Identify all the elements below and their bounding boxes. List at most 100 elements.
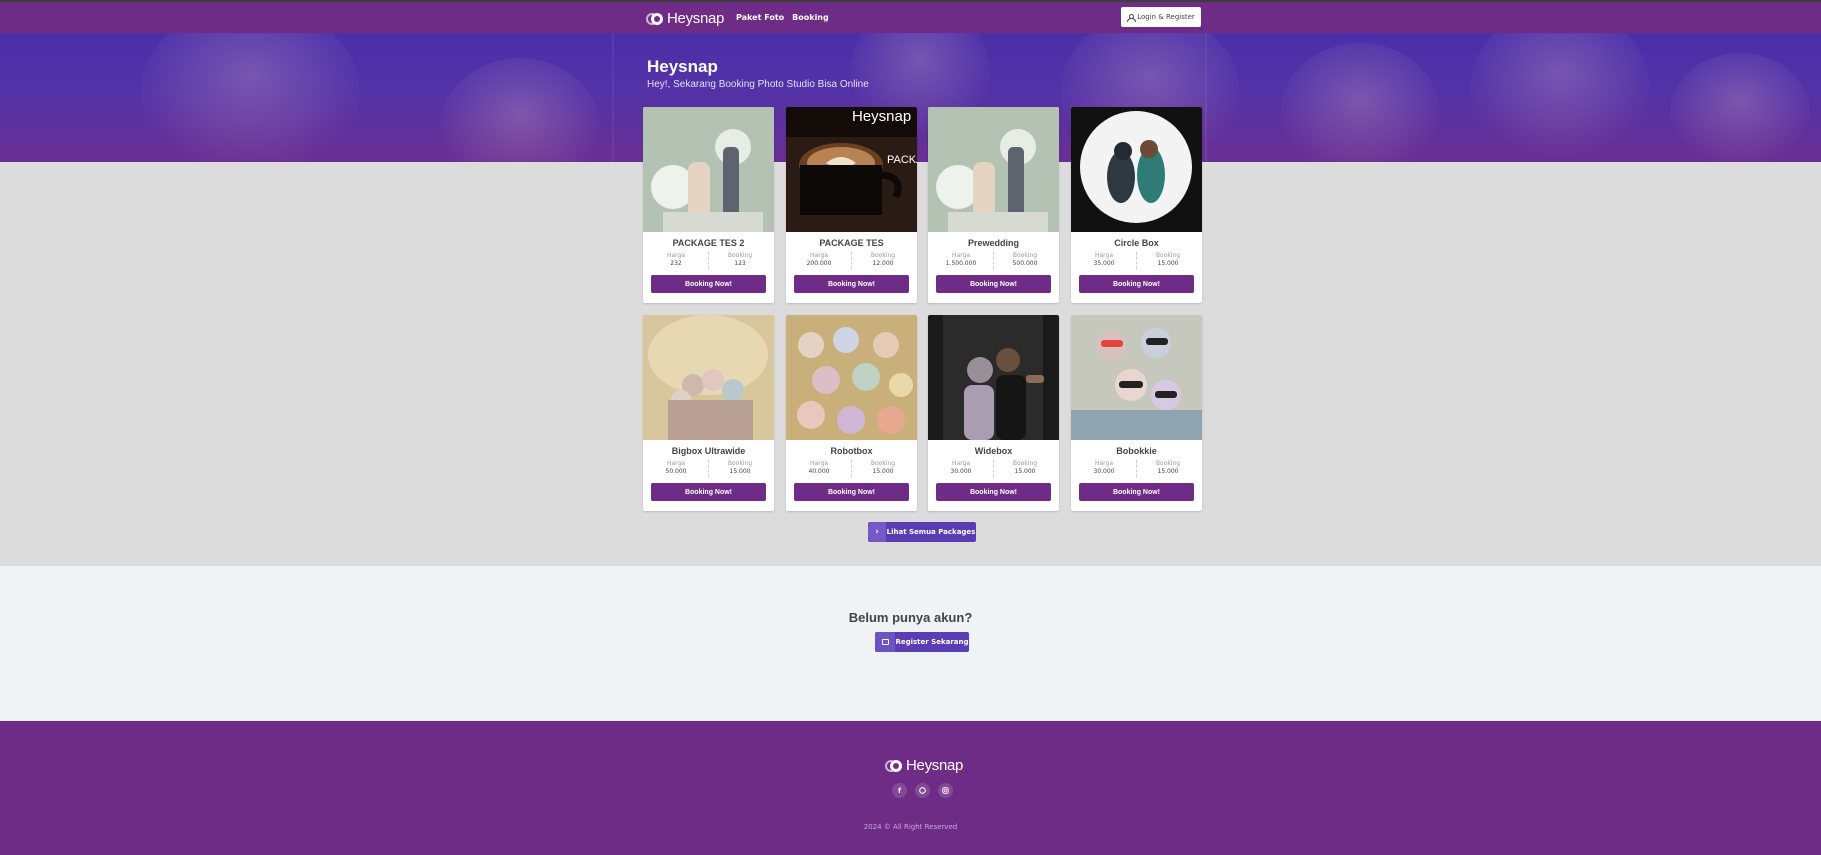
- package-photo[interactable]: [1071, 315, 1202, 440]
- booking-label: Booking: [1012, 460, 1038, 467]
- package-card: Robotbox Harga 40.000 Booking 15.000 Booki…: [786, 315, 917, 511]
- booking-stat: Booking 123: [715, 252, 765, 267]
- price-label: Harga: [1094, 460, 1114, 467]
- package-overlay-brand: Heysnap: [852, 108, 911, 125]
- login-register-button[interactable]: Login & Register: [1121, 7, 1201, 27]
- package-photo[interactable]: [643, 315, 774, 440]
- package-photo[interactable]: [928, 315, 1059, 440]
- package-stats: Harga 200.000 Booking 12.000: [786, 252, 917, 269]
- package-card: Circle Box Harga 35.000 Booking 15.000 Boo…: [1071, 107, 1202, 303]
- booking-label: Booking: [1155, 252, 1181, 259]
- register-now-button[interactable]: Register Sekarang: [875, 632, 969, 652]
- register-now-label: Register Sekarang: [895, 638, 969, 646]
- booking-label: Booking: [870, 252, 896, 259]
- package-overlay-text: PACKA: [887, 154, 917, 166]
- camera-logo-icon: [885, 759, 902, 772]
- price-label: Harga: [1094, 252, 1114, 259]
- package-stats: Harga 1.500.000 Booking 500.000: [928, 252, 1059, 269]
- github-icon[interactable]: [915, 783, 930, 798]
- footer: Heysnap f 2024 © All Right Reserved: [0, 721, 1821, 855]
- navbar: Heysnap Paket Foto Booking Login & Regis…: [0, 0, 1821, 33]
- booking-now-button[interactable]: Booking Now!: [1079, 483, 1194, 501]
- see-all-packages-label: Lihat Semua Packages: [886, 528, 976, 536]
- nav-link-booking[interactable]: Booking: [792, 13, 829, 22]
- booking-label: Booking: [870, 460, 896, 467]
- camera-logo-icon: [646, 12, 663, 25]
- price-value: 50.000: [665, 468, 687, 475]
- price-label: Harga: [809, 460, 829, 467]
- booking-value: 15.000: [729, 468, 751, 475]
- booking-value: 15.000: [1157, 468, 1179, 475]
- footer-brand-logo[interactable]: Heysnap: [885, 757, 963, 774]
- stat-divider: [1136, 252, 1137, 269]
- nav-link-paket-foto[interactable]: Paket Foto: [736, 13, 784, 22]
- booking-now-button[interactable]: Booking Now!: [794, 483, 909, 501]
- booking-now-button[interactable]: Booking Now!: [1079, 275, 1194, 293]
- package-card: PACKAGE TES 2 Harga 232 Booking 123 Bookin…: [643, 107, 774, 303]
- booking-label: Booking: [727, 252, 753, 259]
- nav-links: Paket Foto Booking: [736, 13, 829, 22]
- brand-name: Heysnap: [667, 10, 725, 27]
- stat-divider: [708, 252, 709, 269]
- package-card: Bigbox Ultrawide Harga 50.000 Booking 15.0…: [643, 315, 774, 511]
- booking-value: 15.000: [1014, 468, 1036, 475]
- price-label: Harga: [666, 460, 686, 467]
- booking-stat: Booking 15.000: [858, 460, 908, 475]
- package-photo[interactable]: [643, 107, 774, 232]
- see-all-packages-button[interactable]: › Lihat Semua Packages: [868, 522, 976, 542]
- price-value: 35.000: [1093, 260, 1115, 267]
- booking-stat: Booking 500.000: [1000, 252, 1050, 267]
- package-name: Widebox: [974, 446, 1013, 456]
- price-value: 30.000: [1093, 468, 1115, 475]
- price-value: 40.000: [808, 468, 830, 475]
- booking-stat: Booking 15.000: [1143, 252, 1193, 267]
- package-name: Bigbox Ultrawide: [671, 446, 746, 456]
- booking-now-button[interactable]: Booking Now!: [936, 275, 1051, 293]
- stat-divider: [851, 252, 852, 269]
- package-photo[interactable]: [1071, 107, 1202, 232]
- price-label: Harga: [951, 460, 971, 467]
- stat-divider: [851, 460, 852, 477]
- stat-divider: [708, 460, 709, 477]
- price-stat: Harga 35.000: [1079, 252, 1129, 267]
- social-links: f: [892, 783, 953, 798]
- package-photo[interactable]: [786, 315, 917, 440]
- booking-now-button[interactable]: Booking Now!: [936, 483, 1051, 501]
- booking-stat: Booking 15.000: [1000, 460, 1050, 475]
- package-name: PACKAGE TES 2: [672, 238, 745, 248]
- package-stats: Harga 40.000 Booking 15.000: [786, 460, 917, 477]
- package-stats: Harga 232 Booking 123: [643, 252, 774, 269]
- package-stats: Harga 30.000 Booking 15.000: [928, 460, 1059, 477]
- price-value: 200.000: [806, 260, 832, 267]
- price-value: 30.000: [950, 468, 972, 475]
- booking-stat: Booking 15.000: [715, 460, 765, 475]
- package-stats: Harga 35.000 Booking 15.000: [1071, 252, 1202, 269]
- id-card-icon: [875, 632, 895, 652]
- package-photo[interactable]: [928, 107, 1059, 232]
- booking-stat: Booking 12.000: [858, 252, 908, 267]
- booking-now-button[interactable]: Booking Now!: [651, 275, 766, 293]
- booking-value: 12.000: [872, 260, 894, 267]
- price-label: Harga: [666, 252, 686, 259]
- login-register-label: Login & Register: [1137, 13, 1195, 21]
- brand-logo[interactable]: Heysnap: [646, 10, 724, 27]
- user-icon: [1127, 13, 1137, 22]
- instagram-icon[interactable]: [938, 783, 953, 798]
- package-stats: Harga 50.000 Booking 15.000: [643, 460, 774, 477]
- booking-value: 15.000: [1157, 260, 1179, 267]
- price-label: Harga: [951, 252, 971, 259]
- stat-divider: [993, 460, 994, 477]
- package-card: Widebox Harga 30.000 Booking 15.000 Bookin…: [928, 315, 1059, 511]
- booking-now-button[interactable]: Booking Now!: [794, 275, 909, 293]
- facebook-icon[interactable]: f: [892, 783, 907, 798]
- price-stat: Harga 50.000: [651, 460, 701, 475]
- booking-now-button[interactable]: Booking Now!: [651, 483, 766, 501]
- package-name: Circle Box: [1114, 238, 1159, 248]
- package-stats: Harga 30.000 Booking 15.000: [1071, 460, 1202, 477]
- price-stat: Harga 232: [651, 252, 701, 267]
- package-name: Bobokkie: [1116, 446, 1157, 456]
- chevron-right-icon: ›: [868, 522, 886, 542]
- package-photo[interactable]: PACKA Heysnap: [786, 107, 917, 232]
- cta-title: Belum punya akun?: [848, 610, 973, 625]
- package-card: Prewedding Harga 1.500.000 Booking 500.000…: [928, 107, 1059, 303]
